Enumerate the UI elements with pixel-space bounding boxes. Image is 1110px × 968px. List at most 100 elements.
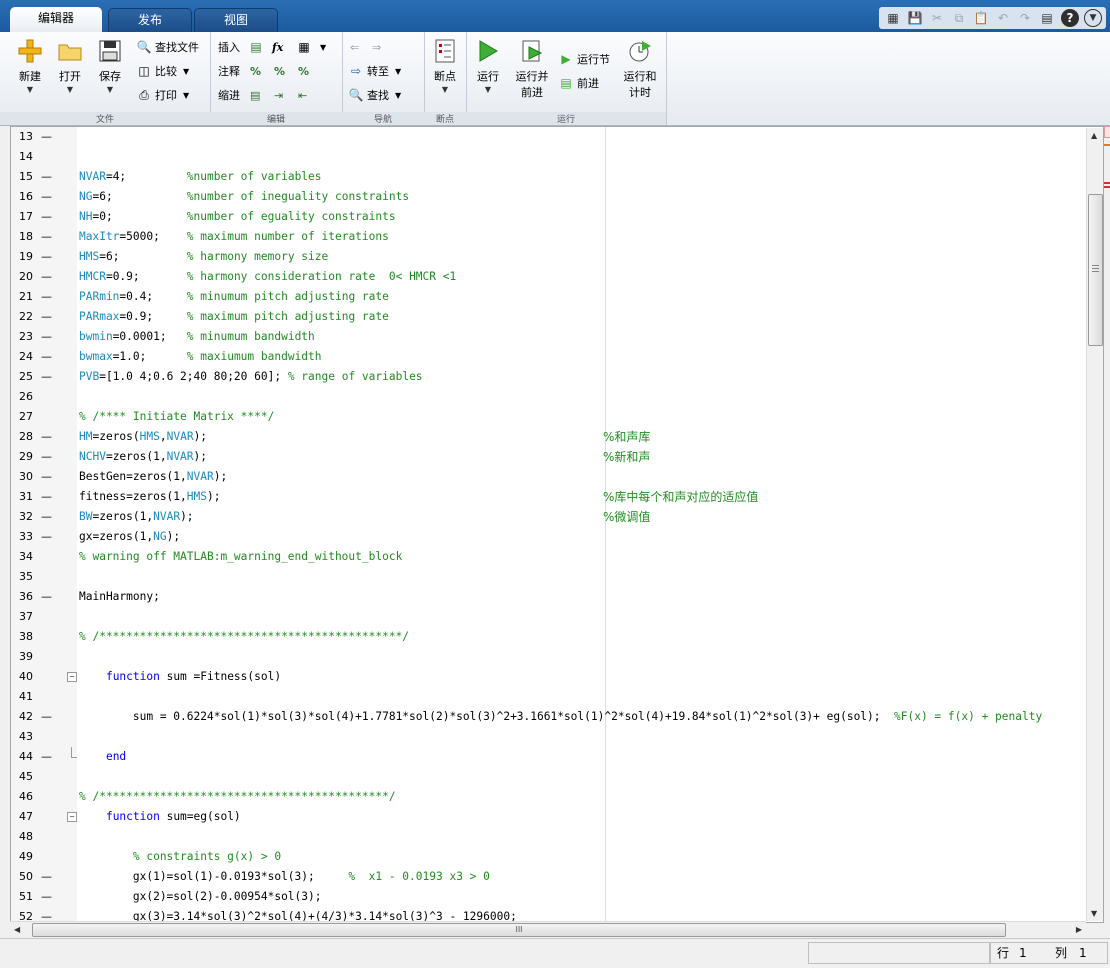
code-line[interactable]: 50 — gx(1)=sol(1)-0.0193*sol(3); % x1 - 0… [11, 867, 1087, 887]
print-button[interactable]: ⎙ 打印 ▼ [136, 85, 189, 105]
code-line[interactable]: 39 [11, 647, 1087, 667]
smart-indent-icon[interactable]: ▤ [250, 85, 260, 105]
paste-icon[interactable]: 📋 [971, 9, 991, 27]
scroll-down-icon[interactable]: ▼ [1091, 909, 1097, 918]
run-and-time-button[interactable]: 运行和 计时 [618, 36, 662, 106]
switch-window-icon[interactable]: ▤ [1037, 9, 1057, 27]
code-line[interactable]: 17 — NH=0; %number of eguality constraints [11, 207, 1087, 227]
code-line[interactable]: 44 — end [11, 747, 1087, 767]
code-line[interactable]: 47 − function sum=eg(sol) [11, 807, 1087, 827]
code-line[interactable]: 30 — BestGen=zeros(1,NVAR); [11, 467, 1087, 487]
code-line[interactable]: 14 [11, 147, 1087, 167]
chevron-down-icon[interactable]: ▼ [320, 37, 326, 57]
tab-publish[interactable]: 发布 [108, 8, 192, 33]
code-line[interactable]: 31 — fitness=zeros(1,HMS); %库中每个和声对应的适应值 [11, 487, 1087, 507]
line-number: 34 [19, 550, 33, 563]
scroll-right-icon[interactable]: ▶ [1076, 925, 1082, 934]
save-icon[interactable]: 💾 [905, 9, 925, 27]
tab-editor[interactable]: 编辑器 [10, 7, 102, 32]
run-button[interactable]: 运行 ▼ [468, 36, 508, 106]
code-line[interactable]: 34 % warning off MATLAB:m_warning_end_wit… [11, 547, 1087, 567]
code-line[interactable]: 33 — gx=zeros(1,NG); [11, 527, 1087, 547]
code-line[interactable]: 29 — NCHV=zeros(1,NVAR); %新和声 [11, 447, 1087, 467]
code-line[interactable]: 48 [11, 827, 1087, 847]
code-line[interactable]: 43 [11, 727, 1087, 747]
code-editor[interactable]: 13 — 14 15 — NVAR=4; %number of variables 16 — N… [10, 126, 1104, 923]
find-files-button[interactable]: 🔍 查找文件 [136, 37, 199, 57]
tab-view[interactable]: 视图 [194, 8, 278, 33]
code-line[interactable]: 20 — HMCR=0.9; % harmony consideration rat… [11, 267, 1087, 287]
breakpoint-marker: — [41, 890, 52, 903]
menu-icon[interactable]: ▼ [1084, 9, 1102, 27]
code-line[interactable]: 37 [11, 607, 1087, 627]
code-line[interactable]: 27 % /**** Initiate Matrix ****/ [11, 407, 1087, 427]
back-icon[interactable]: ⇐ [350, 37, 359, 57]
comment-button[interactable]: 注释 [218, 61, 240, 81]
code-line[interactable]: 26 [11, 387, 1087, 407]
uncomment-icon[interactable]: % [274, 61, 285, 81]
compare-button[interactable]: ◫ 比较 ▼ [136, 61, 189, 81]
code-line[interactable]: 45 [11, 767, 1087, 787]
breakpoints-button[interactable]: 断点 ▼ [425, 36, 465, 106]
scroll-up-icon[interactable]: ▲ [1091, 131, 1097, 140]
save-button[interactable]: 保存 ▼ [90, 36, 130, 106]
new-button[interactable]: 新建 ▼ [10, 36, 50, 106]
insert-section-icon[interactable]: ▤ [248, 37, 267, 57]
code-line[interactable]: 15 — NVAR=4; %number of variables [11, 167, 1087, 187]
open-button[interactable]: 打开 ▼ [50, 36, 90, 106]
code-line[interactable]: 35 [11, 567, 1087, 587]
vertical-scrollbar[interactable]: ▲ ▼ [1086, 128, 1103, 921]
run-and-advance-button[interactable]: 运行并 前进 [510, 36, 554, 106]
code-line[interactable]: 41 [11, 687, 1087, 707]
code-line[interactable]: 18 — MaxItr=5000; % maximum number of iter… [11, 227, 1087, 247]
code-line[interactable]: 36 — MainHarmony; [11, 587, 1087, 607]
chevron-down-icon: ▼ [441, 85, 449, 94]
indent-right-icon[interactable]: ⇥ [274, 85, 283, 105]
code-line[interactable]: 16 — NG=6; %number of ineguality constrain… [11, 187, 1087, 207]
comment-icon[interactable]: % [250, 61, 261, 81]
insert-button[interactable]: 插入 [218, 37, 240, 57]
code-line[interactable]: 25 — PVB=[1.0 4;0.6 2;40 80;20 60]; % rang… [11, 367, 1087, 387]
advance-button[interactable]: ▤ 前进 [558, 73, 599, 93]
undo-icon[interactable]: ↶ [993, 9, 1013, 27]
chevron-down-icon: ▼ [66, 85, 74, 94]
code-line[interactable]: 46 % /***********************************… [11, 787, 1087, 807]
fold-toggle-icon[interactable]: − [67, 812, 77, 822]
line-number: 28 [19, 430, 33, 443]
code-line[interactable]: 32 — BW=zeros(1,NVAR); %微调值 [11, 507, 1087, 527]
help-icon[interactable]: ? [1061, 9, 1079, 27]
code-text: % warning off MATLAB:m_warning_end_witho… [79, 550, 403, 563]
indent-left-icon[interactable]: ⇤ [298, 85, 307, 105]
redo-icon[interactable]: ↷ [1015, 9, 1035, 27]
fx-button[interactable]: fx [272, 37, 283, 57]
horizontal-scroll-thumb[interactable]: III [32, 923, 1006, 937]
code-line[interactable]: 38 % /***********************************… [11, 627, 1087, 647]
code-line[interactable]: 13 — [11, 127, 1087, 147]
code-line[interactable]: 19 — HMS=6; % harmony memory size [11, 247, 1087, 267]
code-line[interactable]: 51 — gx(2)=sol(2)-0.00954*sol(3); [11, 887, 1087, 907]
indent-button[interactable]: 缩进 [218, 85, 240, 105]
scroll-left-icon[interactable]: ◀ [14, 925, 20, 934]
figure-icon[interactable]: ▦ [883, 9, 903, 27]
goto-button[interactable]: ⇨ 转至 ▼ [348, 61, 401, 81]
vertical-scroll-thumb[interactable] [1088, 194, 1103, 346]
code-line[interactable]: 24 — bwmax=1.0; % maxiumum bandwidth [11, 347, 1087, 367]
code-line[interactable]: 42 — sum = 0.6224*sol(1)*sol(3)*sol(4)+1.… [11, 707, 1087, 727]
horizontal-scrollbar[interactable]: ◀ III ▶ [10, 921, 1086, 938]
insert-function-icon[interactable]: ▦ [296, 37, 315, 57]
cut-icon[interactable]: ✂ [927, 9, 947, 27]
code-line[interactable]: 40 − function sum =Fitness(sol) [11, 667, 1087, 687]
run-section-button[interactable]: ▶ 运行节 [558, 49, 610, 69]
forward-icon[interactable]: ⇒ [372, 37, 381, 57]
line-number: 29 [19, 450, 33, 463]
fold-toggle-icon[interactable]: − [67, 672, 77, 682]
code-text: NG=6; %number of ineguality constraints [79, 190, 410, 203]
code-line[interactable]: 49 % constraints g(x) > 0 [11, 847, 1087, 867]
code-line[interactable]: 21 — PARmin=0.4; % minumum pitch adjusting… [11, 287, 1087, 307]
code-line[interactable]: 28 — HM=zeros(HMS,NVAR); %和声库 [11, 427, 1087, 447]
wrap-comment-icon[interactable]: % [298, 61, 309, 81]
code-line[interactable]: 22 — PARmax=0.9; % maximum pitch adjusting… [11, 307, 1087, 327]
copy-icon[interactable]: ⧉ [949, 9, 969, 27]
code-line[interactable]: 23 — bwmin=0.0001; % minumum bandwidth [11, 327, 1087, 347]
find-button[interactable]: 🔍 查找 ▼ [348, 85, 402, 105]
